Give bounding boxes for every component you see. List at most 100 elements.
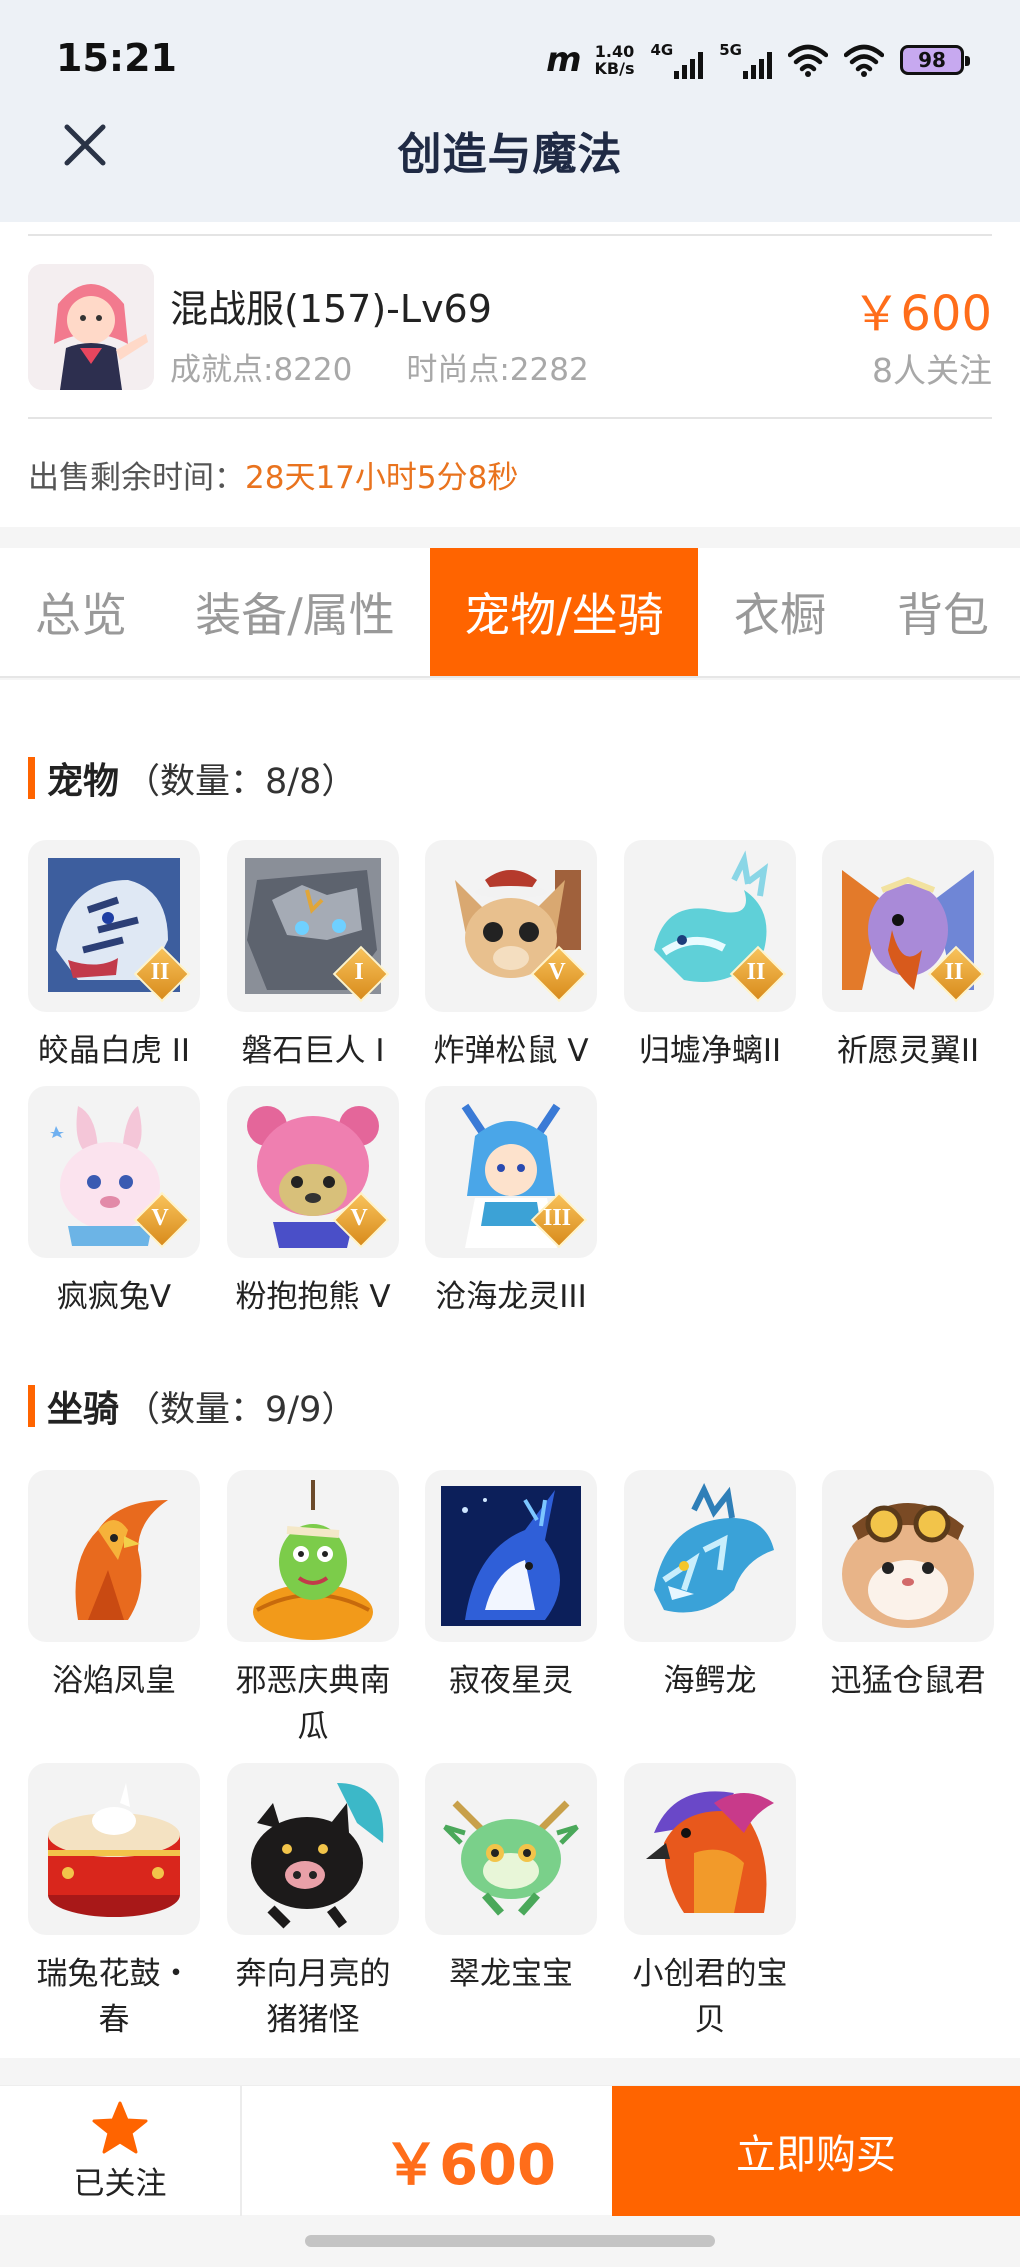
mount-thumbnail (28, 1470, 200, 1642)
mount-item[interactable]: 浴焰凤皇 (27, 1470, 201, 1704)
mount-thumbnail (822, 1470, 994, 1642)
mount-item[interactable]: 邪恶庆典南瓜 (226, 1470, 400, 1750)
mount-name: 浴焰凤皇 (52, 1663, 176, 1699)
pet-name: 疯疯兔V (56, 1279, 172, 1315)
mounts-section-title: 坐骑 （数量：9/9） (28, 1380, 356, 1432)
mounts-count: （数量：9/9） (125, 1389, 357, 1430)
wifi-icon-2 (844, 44, 884, 77)
achievement-points: 成就点:8220 (170, 352, 353, 388)
divider (28, 417, 992, 419)
bottom-price: ￥600 (383, 2133, 556, 2198)
mount-name: 邪恶庆典南瓜 (235, 1663, 391, 1745)
mount-thumbnail (624, 1470, 796, 1642)
tab-pets-mounts[interactable]: 宠物/坐骑 (430, 548, 698, 676)
mount-name: 翠龙宝宝 (449, 1956, 573, 1992)
mounts-title: 坐骑 (47, 1389, 120, 1430)
tab-backpack[interactable]: 背包 (866, 548, 1020, 676)
mount-thumbnail (28, 1763, 200, 1935)
pet-item[interactable]: I 磐石巨人 I (226, 840, 400, 1074)
character-avatar (28, 264, 154, 390)
pet-item[interactable]: II 祈愿灵翼II (821, 840, 995, 1074)
wifi-icon (788, 44, 828, 77)
pet-name: 沧海龙灵III (435, 1279, 587, 1315)
mount-thumbnail (425, 1470, 597, 1642)
mount-item[interactable]: 瑞兔花鼓・春 (27, 1763, 201, 2043)
speed-unit: KB/s (594, 59, 635, 78)
bottom-bar: 已关注 ￥600 立即购买 (0, 2085, 1020, 2216)
status-time: 15:21 (56, 36, 177, 80)
network-speed: 1.40 KB/s (595, 43, 635, 77)
product-price: ￥600 (852, 286, 992, 342)
tab-overview[interactable]: 总览 (0, 548, 162, 676)
page: 15:21 m 1.40 KB/s 4G 5G 98 创造与魔法 混战服(157… (0, 0, 1020, 2267)
pet-name: 皎晶白虎 II (37, 1033, 191, 1069)
pets-count: （数量：8/8） (125, 761, 357, 802)
page-title: 创造与魔法 (397, 129, 623, 180)
pet-thumbnail: V (227, 1086, 399, 1258)
pet-name: 磐石巨人 I (241, 1033, 385, 1069)
pet-item[interactable]: II 归墟净螭II (623, 840, 797, 1074)
product-name: 混战服(157)-Lv69 (170, 287, 492, 331)
battery-icon: 98 (900, 45, 970, 75)
mount-item[interactable]: 翠龙宝宝 (424, 1763, 598, 1997)
pet-item[interactable]: V 粉抱抱熊 V (226, 1086, 400, 1320)
mount-thumbnail (624, 1763, 796, 1935)
tab-wardrobe[interactable]: 衣橱 (708, 548, 852, 676)
mount-name: 小创君的宝贝 (632, 1956, 788, 2038)
tier-badge: II (730, 946, 782, 998)
mount-thumbnail (425, 1763, 597, 1935)
product-stats: 成就点:8220 时尚点:2282 (170, 344, 589, 389)
net-type-4g: 4G (650, 41, 674, 59)
mount-name: 迅猛仓鼠君 (830, 1663, 986, 1699)
mount-thumbnail (227, 1763, 399, 1935)
pet-thumbnail: I (227, 840, 399, 1012)
follow-button[interactable]: 已关注 (0, 2086, 242, 2216)
tier-badge: II (928, 946, 980, 998)
mount-name: 瑞兔花鼓・春 (36, 1956, 192, 2038)
pet-item[interactable]: V 炸弹松鼠 V (424, 840, 598, 1074)
follower-count: 8人关注 (872, 351, 992, 390)
top-bar: 15:21 m 1.40 KB/s 4G 5G 98 创造与魔法 (0, 0, 1020, 222)
mount-name: 奔向月亮的猪猪怪 (235, 1956, 391, 2038)
mount-item[interactable]: 小创君的宝贝 (623, 1763, 797, 2043)
mount-name: 海鳄龙 (663, 1663, 757, 1699)
mount-item[interactable]: 寂夜星灵 (424, 1470, 598, 1704)
remaining-time-value: 28天17小时5分8秒 (245, 460, 519, 496)
divider (28, 234, 992, 236)
follow-label: 已关注 (73, 2165, 167, 2202)
star-icon (92, 2101, 148, 2153)
signal-5g-icon: 5G (719, 41, 772, 79)
mount-thumbnail (227, 1470, 399, 1642)
pet-item[interactable]: V 疯疯兔V (27, 1086, 201, 1320)
signal-4g-icon: 4G (651, 41, 704, 79)
mount-item[interactable]: 迅猛仓鼠君 (821, 1470, 995, 1704)
tier-badge: V (333, 1192, 385, 1244)
speed-value: 1.40 (594, 42, 635, 61)
pet-thumbnail: V (425, 840, 597, 1012)
pet-name: 祈愿灵翼II (836, 1033, 980, 1069)
pet-name: 炸弹松鼠 V (433, 1033, 589, 1069)
pet-thumbnail: III (425, 1086, 597, 1258)
remaining-time: 出售剩余时间：28天17小时5分8秒 (28, 452, 518, 497)
pets-title: 宠物 (47, 761, 120, 802)
pets-mounts-panel: 宠物 （数量：8/8） II 皎晶白虎 II I 磐石巨人 I V 炸弹松鼠 V (0, 680, 1020, 2058)
status-icons: m 1.40 KB/s 4G 5G 98 (546, 36, 970, 84)
tier-badge: III (531, 1192, 583, 1244)
mount-item[interactable]: 海鳄龙 (623, 1470, 797, 1704)
pet-thumbnail: V (28, 1086, 200, 1258)
pet-item[interactable]: II 皎晶白虎 II (27, 840, 201, 1074)
product-card: 混战服(157)-Lv69 成就点:8220 时尚点:2282 ￥600 8人关… (0, 222, 1020, 527)
pet-name: 粉抱抱熊 V (235, 1279, 391, 1315)
tier-badge: V (531, 946, 583, 998)
remaining-time-label: 出售剩余时间： (28, 460, 245, 496)
carrier-logo-icon: m (546, 40, 581, 80)
buy-now-button[interactable]: 立即购买 (612, 2086, 1020, 2216)
pet-item[interactable]: III 沧海龙灵III (424, 1086, 598, 1320)
mount-item[interactable]: 奔向月亮的猪猪怪 (226, 1763, 400, 2043)
home-indicator[interactable] (305, 2235, 715, 2247)
net-type-5g: 5G (719, 41, 742, 59)
tab-equipment[interactable]: 装备/属性 (172, 548, 418, 676)
tab-bar: 总览 装备/属性 宠物/坐骑 衣橱 背包 (0, 548, 1020, 678)
pet-thumbnail: II (624, 840, 796, 1012)
tier-badge: V (134, 1192, 186, 1244)
